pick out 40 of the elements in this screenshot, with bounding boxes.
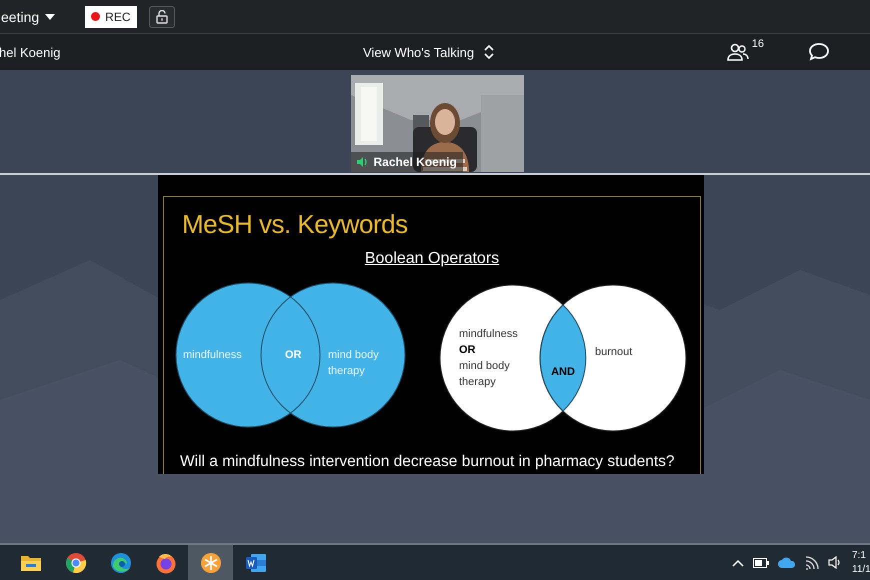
snowflake-icon xyxy=(200,552,222,574)
chat-icon[interactable] xyxy=(808,42,830,62)
clock-date[interactable]: 11/1 xyxy=(852,562,870,576)
venn-label: mindfulness xyxy=(183,349,242,361)
venn-label: therapy xyxy=(459,376,496,388)
meeting-title[interactable]: eeting xyxy=(1,8,40,24)
participant-name: Rachel Koenig xyxy=(374,155,457,169)
caret-icon xyxy=(45,14,56,20)
venn-label: mind body xyxy=(328,349,379,361)
padlock-icon xyxy=(156,10,168,24)
slide-question: Will a mindfulness intervention decrease burnout in pharmacy students? xyxy=(180,453,675,471)
up-down-chevron-icon xyxy=(484,44,494,60)
chevron-up-icon[interactable] xyxy=(732,558,744,566)
speaker-icon xyxy=(356,157,368,167)
venn-operator: AND xyxy=(551,366,575,378)
venn-label: mind body xyxy=(459,360,510,372)
speaker-name: hel Koenig xyxy=(0,44,62,60)
venn-operator: OR xyxy=(459,344,476,356)
battery-icon[interactable] xyxy=(753,558,769,568)
participant-count: 16 xyxy=(752,38,764,50)
slide-title: MeSH vs. Keywords xyxy=(182,209,409,240)
browser-icon xyxy=(154,552,176,574)
snowflake-app-button[interactable] xyxy=(188,545,233,580)
browser-icon xyxy=(64,552,86,574)
cloud-icon[interactable] xyxy=(778,557,796,568)
clock-time[interactable]: 7:1 xyxy=(852,548,870,562)
unlock-button[interactable] xyxy=(148,6,174,28)
folder-icon xyxy=(20,554,42,572)
venn-label: mindfulness xyxy=(459,328,518,340)
view-mode-button[interactable]: View Who's Talking xyxy=(363,44,494,60)
browser-icon xyxy=(110,552,132,574)
record-dot-icon xyxy=(91,12,100,21)
venn-operator: OR xyxy=(285,349,302,361)
venn-label: burnout xyxy=(595,346,632,358)
record-button[interactable]: REC xyxy=(85,6,136,28)
participants-icon[interactable] xyxy=(726,43,749,61)
venn-label: therapy xyxy=(328,365,365,377)
document-app-icon xyxy=(244,552,266,572)
wifi-icon[interactable] xyxy=(805,556,819,570)
slide-subtitle: Boolean Operators xyxy=(364,250,500,268)
